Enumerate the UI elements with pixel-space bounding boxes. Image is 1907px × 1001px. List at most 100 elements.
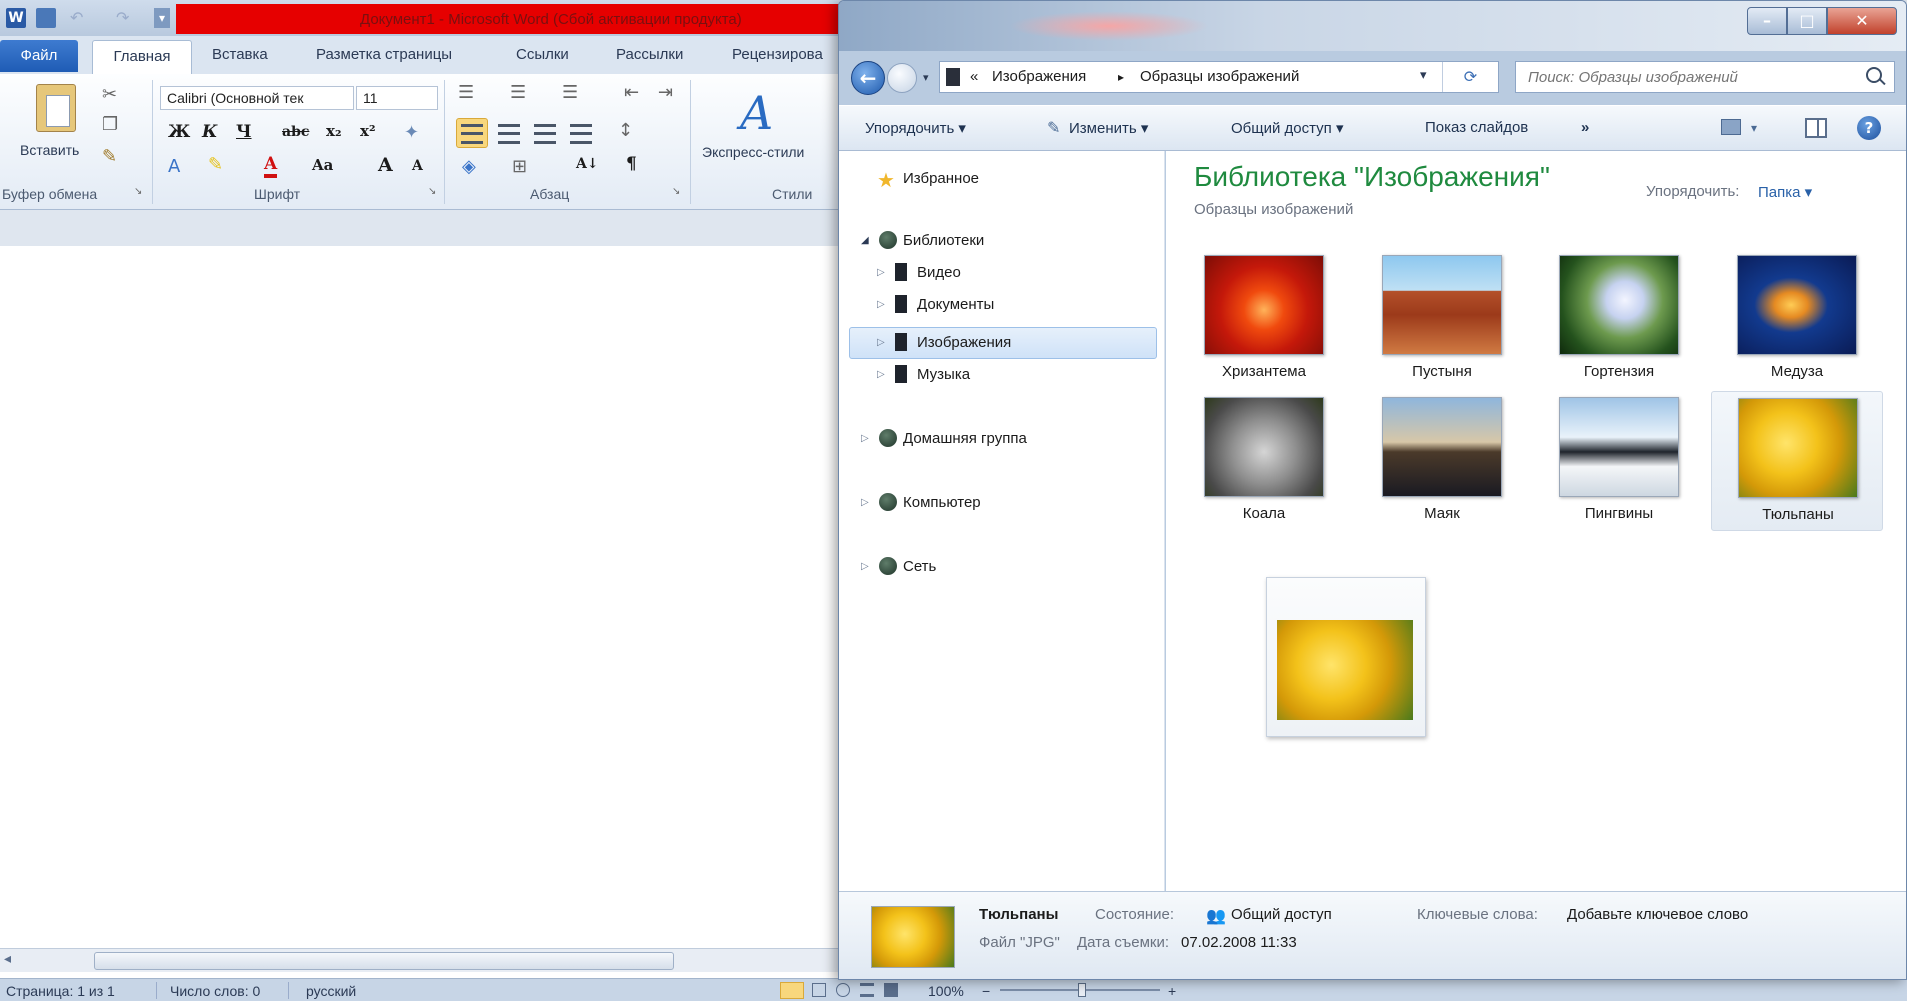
expanded-arrow-icon[interactable]: ◢ bbox=[861, 235, 869, 246]
view-dropdown-icon[interactable]: ▾ bbox=[1751, 121, 1757, 135]
maximize-button[interactable]: □ bbox=[1787, 7, 1827, 35]
tab-review[interactable]: Рецензирова bbox=[732, 46, 823, 63]
search-box[interactable] bbox=[1515, 61, 1895, 93]
zoom-in-button[interactable]: + bbox=[1168, 983, 1176, 999]
shading-icon[interactable]: ◈ bbox=[462, 156, 476, 177]
address-bar[interactable]: « Изображения ▸ Образцы изображений ▾ ⟳ bbox=[939, 61, 1499, 93]
tab-home[interactable]: Главная bbox=[92, 40, 192, 74]
breadcrumb-separator-icon[interactable]: ▸ bbox=[1118, 70, 1124, 84]
cut-icon[interactable]: ✂ bbox=[102, 84, 117, 105]
details-date-value[interactable]: 07.02.2008 11:33 bbox=[1181, 934, 1297, 951]
collapsed-arrow-icon[interactable]: ▷ bbox=[877, 337, 885, 348]
share-button[interactable]: Общий доступ ▾ bbox=[1231, 119, 1343, 137]
outline-view-icon[interactable] bbox=[860, 983, 874, 997]
file-item-chrysanthemum[interactable]: Хризантема bbox=[1178, 249, 1350, 389]
word-count[interactable]: Число слов: 0 bbox=[170, 983, 260, 999]
save-icon[interactable] bbox=[36, 8, 56, 28]
highlight-icon[interactable]: ✎ bbox=[208, 154, 223, 175]
customize-qat-icon[interactable]: ▾ bbox=[154, 8, 170, 28]
paste-button[interactable]: Вставить bbox=[20, 142, 79, 158]
tab-page-layout[interactable]: Разметка страницы bbox=[316, 46, 452, 63]
zoom-slider-thumb[interactable] bbox=[1078, 983, 1086, 997]
horizontal-scrollbar[interactable]: ◂ bbox=[0, 948, 860, 972]
nav-item-video[interactable]: ▷ Видео bbox=[839, 259, 1165, 289]
file-item-jellyfish[interactable]: Медуза bbox=[1711, 249, 1883, 389]
breadcrumb-pictures[interactable]: Изображения bbox=[992, 68, 1086, 85]
breadcrumb-overflow[interactable]: « bbox=[970, 68, 978, 85]
text-effects-icon[interactable]: A bbox=[168, 156, 180, 177]
font-color-icon[interactable]: A bbox=[264, 154, 278, 178]
print-layout-view-icon[interactable] bbox=[780, 982, 804, 999]
collapsed-arrow-icon[interactable]: ▷ bbox=[861, 561, 869, 572]
search-input[interactable] bbox=[1516, 62, 1856, 92]
borders-icon[interactable]: ⊞ bbox=[512, 156, 527, 177]
file-item-desert[interactable]: Пустыня bbox=[1356, 249, 1528, 389]
nav-item-homegroup[interactable]: ▷ Домашняя группа bbox=[839, 425, 1165, 455]
file-item-tulips[interactable]: Тюльпаны bbox=[1711, 391, 1883, 531]
collapsed-arrow-icon[interactable]: ▷ bbox=[861, 433, 869, 444]
nav-item-pictures[interactable]: ▷ Изображения bbox=[839, 329, 1165, 359]
multilevel-list-icon[interactable]: ☰ bbox=[562, 82, 578, 103]
align-right-icon[interactable] bbox=[534, 124, 556, 144]
show-formatting-button[interactable]: ¶ bbox=[626, 154, 637, 174]
collapsed-arrow-icon[interactable]: ▷ bbox=[877, 267, 885, 278]
quick-styles-icon[interactable]: A bbox=[740, 86, 773, 140]
document-page[interactable] bbox=[0, 246, 860, 940]
web-layout-view-icon[interactable] bbox=[836, 983, 850, 997]
recent-pages-icon[interactable]: ▾ bbox=[923, 71, 929, 84]
address-dropdown-icon[interactable]: ▾ bbox=[1420, 68, 1427, 83]
zoom-level[interactable]: 100% bbox=[928, 983, 964, 999]
language-indicator[interactable]: русский bbox=[306, 983, 356, 999]
tab-file[interactable]: Файл bbox=[0, 40, 78, 72]
subscript-button[interactable]: x₂ bbox=[326, 122, 342, 140]
nav-item-music[interactable]: ▷ Музыка bbox=[839, 361, 1165, 391]
edit-button[interactable]: Изменить ▾ bbox=[1069, 119, 1148, 137]
format-painter-icon[interactable]: ✎ bbox=[102, 146, 117, 167]
draft-view-icon[interactable] bbox=[884, 983, 898, 997]
nav-item-documents[interactable]: ▷ Документы bbox=[839, 291, 1165, 321]
clipboard-launcher-icon[interactable]: ↘ bbox=[134, 186, 142, 197]
details-keywords-value[interactable]: Добавьте ключевое слово bbox=[1567, 906, 1748, 923]
collapsed-arrow-icon[interactable]: ▷ bbox=[877, 299, 885, 310]
collapsed-arrow-icon[interactable]: ▷ bbox=[861, 497, 869, 508]
nav-item-favorites[interactable]: ★ Избранное bbox=[839, 165, 1165, 195]
more-commands-button[interactable]: » bbox=[1581, 119, 1589, 136]
undo-icon[interactable]: ↶ bbox=[70, 8, 90, 28]
breadcrumb-sample-pictures[interactable]: Образцы изображений bbox=[1140, 68, 1299, 85]
file-item-koala[interactable]: Коала bbox=[1178, 391, 1350, 531]
organize-button[interactable]: Упорядочить ▾ bbox=[865, 119, 966, 137]
arrange-by-dropdown[interactable]: Папка ▾ bbox=[1758, 183, 1812, 201]
change-view-icon[interactable] bbox=[1721, 119, 1741, 135]
tab-insert[interactable]: Вставка bbox=[212, 46, 268, 63]
paragraph-launcher-icon[interactable]: ↘ bbox=[672, 186, 680, 197]
decrease-indent-icon[interactable]: ⇤ bbox=[624, 82, 639, 103]
bold-button[interactable]: Ж bbox=[168, 122, 190, 142]
file-item-hydrangeas[interactable]: Гортензия bbox=[1533, 249, 1705, 389]
refresh-icon[interactable]: ⟳ bbox=[1442, 62, 1498, 92]
scroll-left-icon[interactable]: ◂ bbox=[4, 951, 11, 967]
collapsed-arrow-icon[interactable]: ▷ bbox=[877, 369, 885, 380]
grow-font-button[interactable]: A bbox=[378, 154, 393, 176]
quick-styles-button[interactable]: Экспресс-стили bbox=[702, 144, 804, 160]
font-size-field[interactable]: 11 bbox=[356, 86, 438, 110]
line-spacing-icon[interactable]: ↕ bbox=[618, 120, 633, 141]
drag-preview[interactable] bbox=[1266, 577, 1426, 737]
superscript-button[interactable]: x² bbox=[360, 122, 376, 140]
help-icon[interactable]: ? bbox=[1857, 116, 1881, 140]
minimize-button[interactable]: – bbox=[1747, 7, 1787, 35]
file-item-penguins[interactable]: Пингвины bbox=[1533, 391, 1705, 531]
forward-button[interactable] bbox=[887, 63, 917, 93]
slideshow-button[interactable]: Показ слайдов bbox=[1425, 119, 1528, 136]
change-case-button[interactable]: Aa bbox=[312, 156, 333, 174]
shrink-font-button[interactable]: A bbox=[412, 158, 423, 174]
tab-mailings[interactable]: Рассылки bbox=[616, 46, 683, 63]
underline-button[interactable]: Ч bbox=[236, 122, 252, 142]
paste-icon[interactable] bbox=[36, 84, 76, 132]
font-name-field[interactable]: Calibri (Основной тек bbox=[160, 86, 354, 110]
italic-button[interactable]: К bbox=[202, 122, 217, 142]
strikethrough-button[interactable]: abc bbox=[282, 124, 309, 140]
increase-indent-icon[interactable]: ⇥ bbox=[658, 82, 673, 103]
font-launcher-icon[interactable]: ↘ bbox=[428, 186, 436, 197]
preview-pane-icon[interactable] bbox=[1805, 118, 1827, 138]
nav-item-libraries[interactable]: ◢ Библиотеки bbox=[839, 227, 1165, 257]
